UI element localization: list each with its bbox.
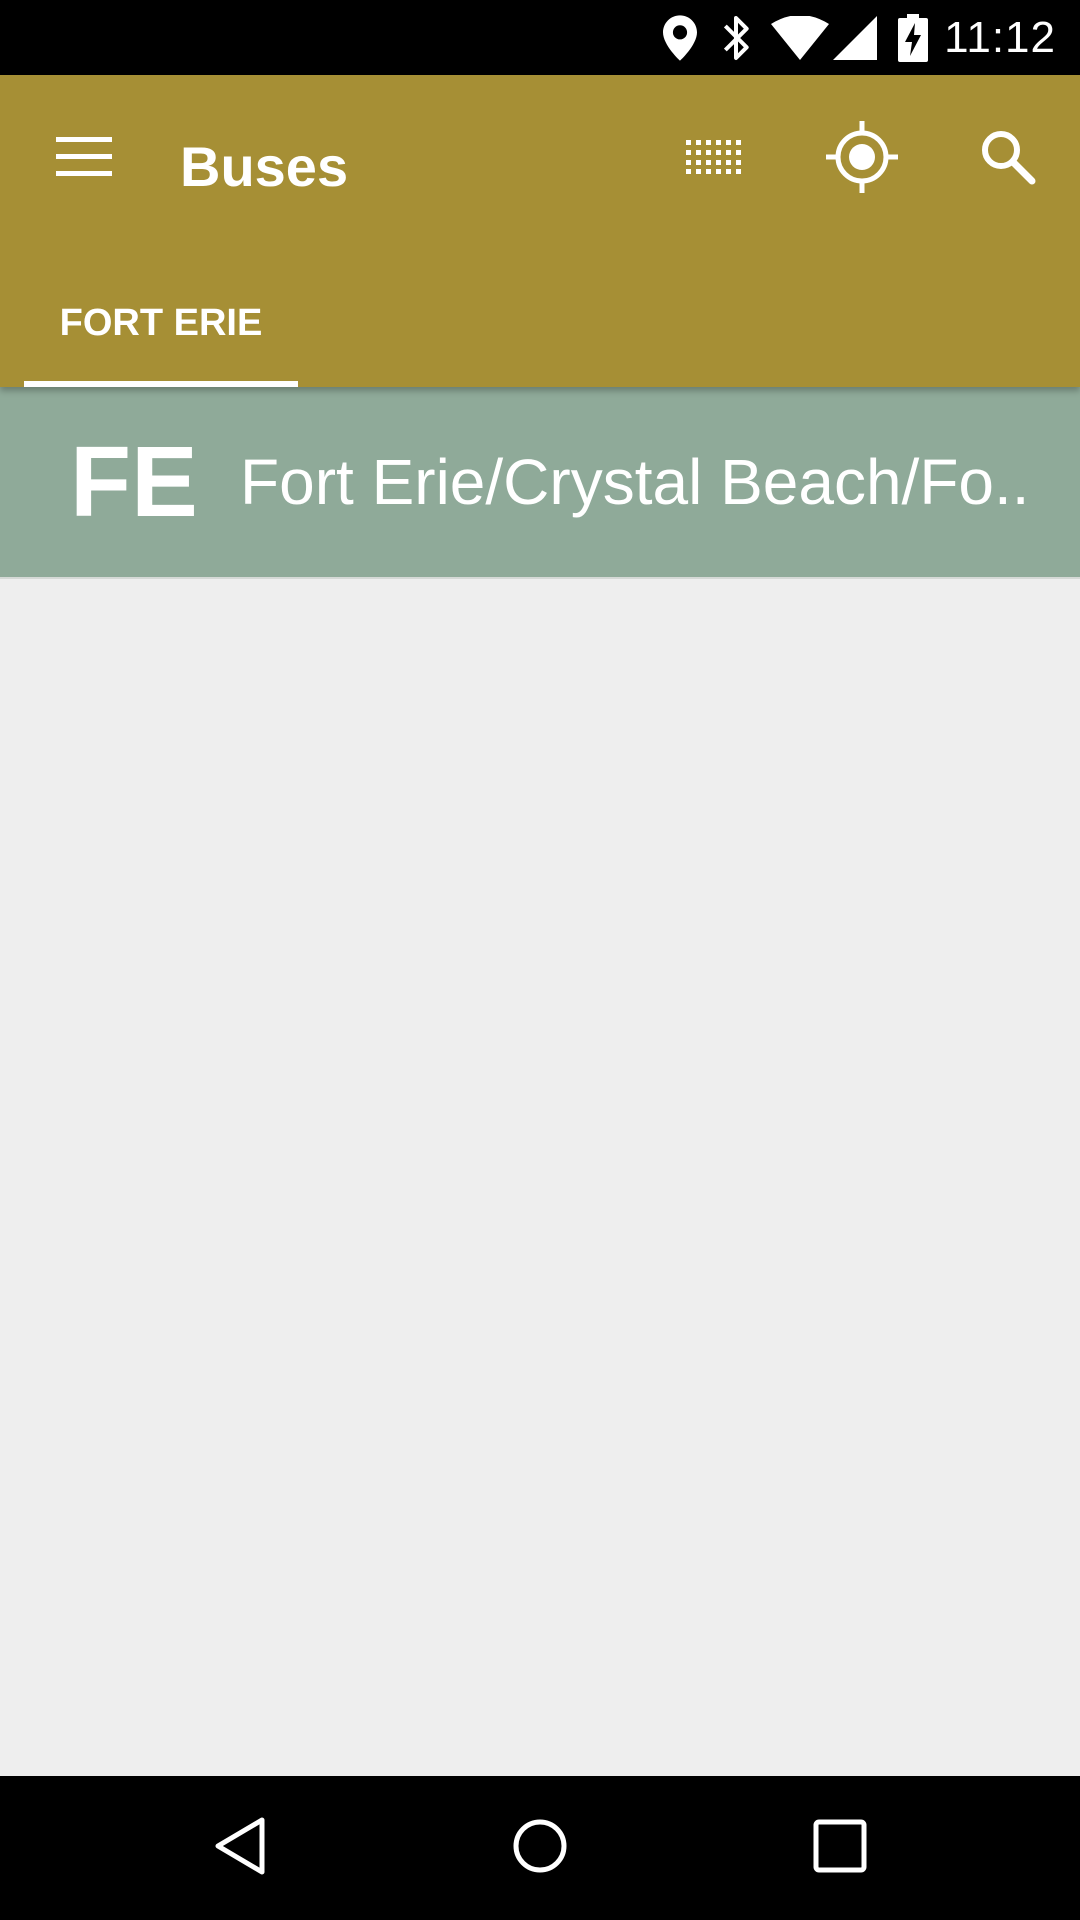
home-button[interactable] (480, 1800, 600, 1896)
status-bar: 11:12 (0, 0, 1080, 75)
back-button[interactable] (180, 1800, 300, 1896)
menu-icon (56, 136, 112, 182)
route-list-item[interactable]: FE Fort Erie/Crystal Beach/Fo.. (0, 387, 1080, 579)
route-long-name: Fort Erie/Crystal Beach/Fo.. (240, 446, 1030, 518)
status-time: 11:12 (944, 13, 1056, 62)
back-icon (210, 1814, 270, 1883)
my-location-icon (826, 120, 898, 198)
navigation-bar (0, 1776, 1080, 1920)
search-button[interactable] (960, 111, 1056, 207)
battery-charging-icon (896, 14, 930, 62)
tab-label: FORT ERIE (59, 302, 263, 344)
tab-fort-erie[interactable]: FORT ERIE (24, 275, 298, 387)
bluetooth-icon (716, 14, 756, 62)
location-icon (660, 14, 700, 62)
recents-icon (812, 1818, 868, 1879)
grid-icon (686, 139, 742, 179)
wifi-icon (770, 14, 830, 62)
menu-button[interactable] (36, 111, 132, 207)
my-location-button[interactable] (814, 111, 910, 207)
cell-signal-icon (832, 14, 878, 62)
tab-indicator (24, 381, 298, 387)
search-icon (980, 129, 1036, 190)
page-title: Buses (180, 135, 349, 198)
recents-button[interactable] (780, 1800, 900, 1896)
grid-button[interactable] (666, 111, 762, 207)
home-icon (510, 1816, 570, 1881)
app-bar: Buses FORT ERIE (0, 75, 1080, 387)
route-short-name: FE (70, 426, 198, 538)
